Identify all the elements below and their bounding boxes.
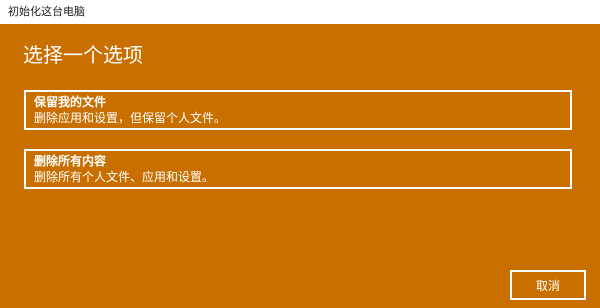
remove-everything-option[interactable]: 删除所有内容 删除所有个人文件、应用和设置。: [24, 149, 572, 189]
cancel-button[interactable]: 取消: [510, 270, 586, 300]
option-title: 删除所有内容: [34, 154, 107, 168]
cancel-button-label: 取消: [535, 279, 560, 293]
page-title: 选择一个选项: [23, 43, 143, 67]
option-description: 删除应用和设置，但保留个人文件。: [34, 111, 227, 125]
window-title: 初始化这台电脑: [8, 5, 85, 18]
option-description: 删除所有个人文件、应用和设置。: [34, 170, 215, 184]
window-titlebar: 初始化这台电脑: [0, 0, 600, 24]
keep-my-files-option[interactable]: 保留我的文件 删除应用和设置，但保留个人文件。: [24, 90, 572, 130]
dialog-content: 选择一个选项 保留我的文件 删除应用和设置，但保留个人文件。 删除所有内容 删除…: [0, 24, 600, 308]
option-title: 保留我的文件: [34, 95, 107, 109]
